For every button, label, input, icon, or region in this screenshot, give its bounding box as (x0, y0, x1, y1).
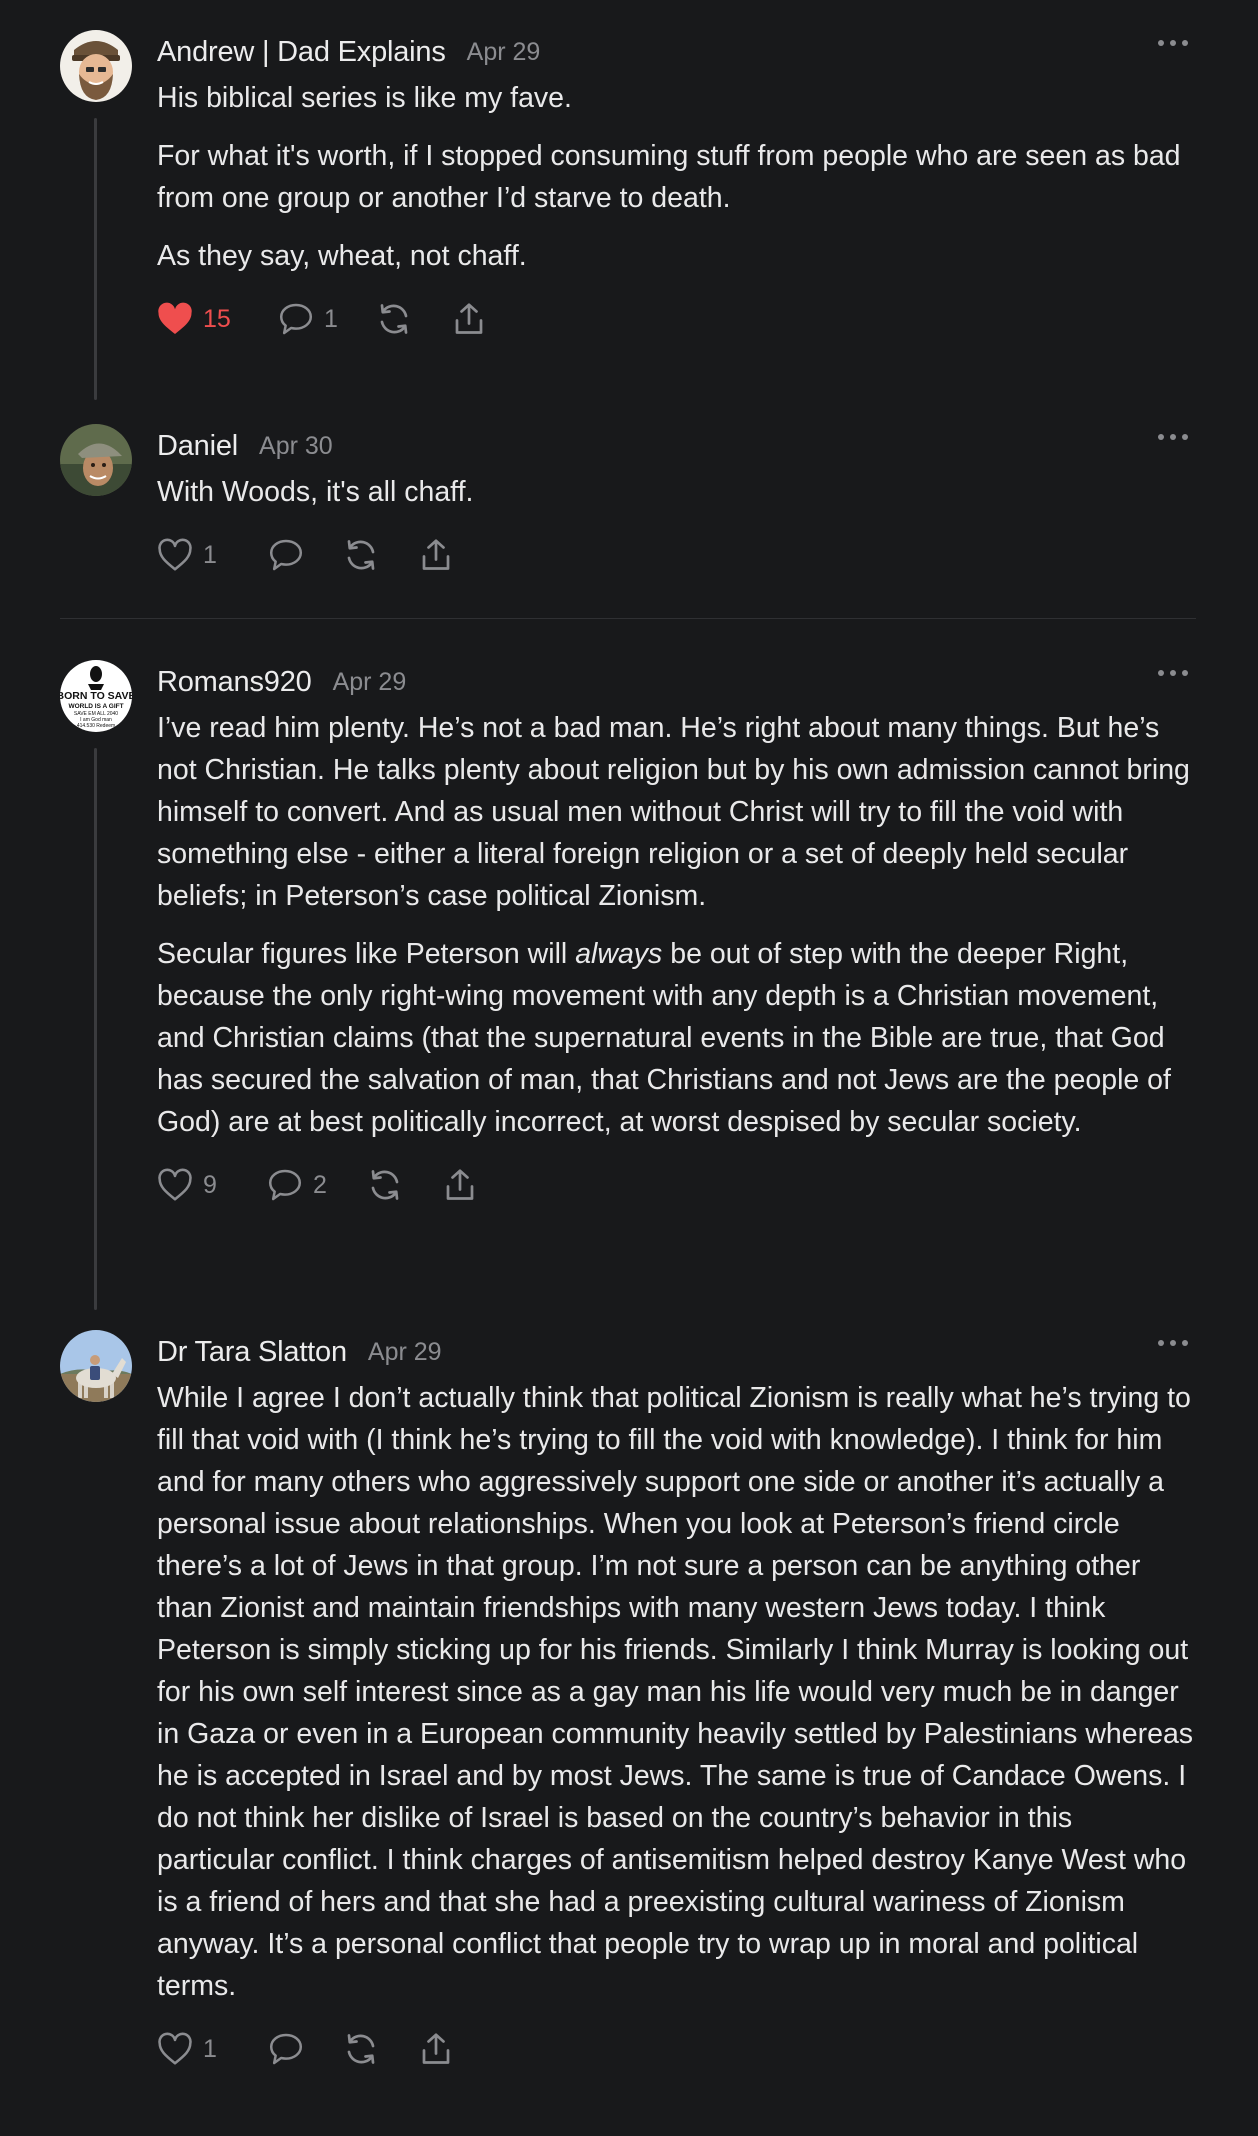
restack-icon (371, 1170, 399, 1200)
author-name[interactable]: Andrew | Dad Explains (157, 36, 446, 69)
comment-date[interactable]: Apr 30 (259, 432, 333, 461)
like-button[interactable]: 9 (157, 1163, 217, 1207)
restack-button[interactable] (376, 297, 412, 341)
reply-count: 2 (313, 1170, 327, 1199)
comment-date[interactable]: Apr 29 (368, 1338, 442, 1367)
horse-rider-avatar-icon (60, 1330, 132, 1402)
comment-text: With Woods, it's all chaff. (157, 471, 1196, 513)
like-button[interactable]: 1 (157, 533, 217, 577)
restack-icon (347, 2034, 375, 2064)
comment-paragraph: I’ve read him plenty. He’s not a bad man… (157, 712, 1190, 912)
avatar[interactable] (60, 424, 132, 496)
comment-actions: 1 (157, 533, 1196, 577)
born-to-save-logo-avatar-icon: BORN TO SAVE WORLD IS A GIFT SAVE EM ALL… (60, 660, 132, 732)
heart-icon (158, 1168, 192, 1201)
comment-date[interactable]: Apr 29 (467, 38, 541, 67)
comment-date[interactable]: Apr 29 (333, 668, 407, 697)
avatar[interactable] (60, 1330, 132, 1402)
restack-icon (380, 304, 408, 334)
more-options-icon[interactable] (1158, 430, 1188, 444)
like-count: 15 (203, 304, 231, 333)
comment-paragraph: As they say, wheat, not chaff. (157, 240, 527, 272)
comment-paragraph: Secular figures like Peterson will alway… (157, 933, 1196, 1143)
comment-body: Dr Tara Slatton Apr 29 While I agree I d… (157, 1330, 1196, 2071)
share-icon (422, 539, 450, 570)
like-button[interactable]: 1 (157, 2027, 217, 2071)
author-name[interactable]: Romans920 (157, 666, 312, 699)
man-in-cap-avatar-icon (60, 424, 132, 496)
author-name[interactable]: Daniel (157, 430, 238, 463)
svg-text:BORN TO SAVE: BORN TO SAVE (60, 690, 132, 702)
like-count: 1 (203, 2034, 217, 2063)
comment-paragraph: His biblical series is like my fave. (157, 82, 572, 114)
comment-paragraph: While I agree I don’t actually think tha… (157, 1382, 1194, 2002)
comment-bubble-icon (279, 303, 313, 335)
comment-header: Andrew | Dad Explains Apr 29 (157, 30, 1196, 74)
comment-body: Romans920 Apr 29 I’ve read him plenty. H… (157, 660, 1196, 1207)
comment-header: Daniel Apr 30 (157, 424, 1196, 468)
avatar[interactable] (60, 30, 132, 102)
like-count: 1 (203, 540, 217, 569)
comment-text: I’ve read him plenty. He’s not a bad man… (157, 707, 1196, 1143)
thread-line[interactable] (94, 118, 97, 400)
share-button[interactable] (418, 2027, 454, 2071)
comment-actions: 15 1 (157, 297, 1196, 341)
restack-button[interactable] (367, 1163, 403, 1207)
share-button[interactable] (442, 1163, 478, 1207)
avatar[interactable]: BORN TO SAVE WORLD IS A GIFT SAVE EM ALL… (60, 660, 132, 732)
share-icon (446, 1169, 474, 1200)
comment-text: While I agree I don’t actually think tha… (157, 1377, 1196, 2007)
comment-actions: 9 2 (157, 1163, 1196, 1207)
comment-body: Daniel Apr 30 With Woods, it's all chaff… (157, 424, 1196, 577)
reply-button[interactable]: 2 (267, 1163, 327, 1207)
like-count: 9 (203, 1170, 217, 1199)
heart-filled-icon (158, 302, 192, 334)
restack-button[interactable] (343, 2027, 379, 2071)
restack-button[interactable] (343, 533, 379, 577)
share-button[interactable] (418, 533, 454, 577)
comment-paragraph: For what it's worth, if I stopped consum… (157, 140, 1181, 214)
author-name[interactable]: Dr Tara Slatton (157, 1336, 347, 1369)
more-options-icon[interactable] (1158, 666, 1188, 680)
comment-paragraph: With Woods, it's all chaff. (157, 476, 474, 508)
comment-bubble-icon (268, 1169, 302, 1201)
reply-button[interactable]: 1 (278, 297, 338, 341)
heart-icon (158, 2032, 192, 2065)
comment-bubble-icon (269, 539, 303, 571)
emphasized-text: always (575, 938, 663, 970)
reply-button[interactable] (268, 2027, 304, 2071)
restack-icon (347, 540, 375, 570)
thread-divider (60, 618, 1196, 619)
comment-body: Andrew | Dad Explains Apr 29 His biblica… (157, 30, 1196, 341)
svg-text:414.530 Redeem: 414.530 Redeem (77, 723, 115, 729)
svg-text:WORLD IS A GIFT: WORLD IS A GIFT (68, 703, 123, 710)
reply-button[interactable] (268, 533, 304, 577)
heart-icon (158, 538, 192, 571)
like-button[interactable]: 15 (157, 297, 231, 341)
comment-header: Dr Tara Slatton Apr 29 (157, 1330, 1196, 1374)
bearded-man-avatar-icon (60, 30, 132, 102)
paragraph-text: Secular figures like Peterson will (157, 938, 576, 970)
comment-header: Romans920 Apr 29 (157, 660, 1196, 704)
comment-text: His biblical series is like my fave. For… (157, 77, 1196, 277)
comment-actions: 1 (157, 2027, 1196, 2071)
share-icon (422, 2033, 450, 2064)
thread-line[interactable] (94, 748, 97, 1310)
reply-count: 1 (324, 304, 338, 333)
share-button[interactable] (451, 297, 487, 341)
share-icon (455, 303, 483, 334)
more-options-icon[interactable] (1158, 36, 1188, 50)
comment-bubble-icon (269, 2033, 303, 2065)
more-options-icon[interactable] (1158, 1336, 1188, 1350)
